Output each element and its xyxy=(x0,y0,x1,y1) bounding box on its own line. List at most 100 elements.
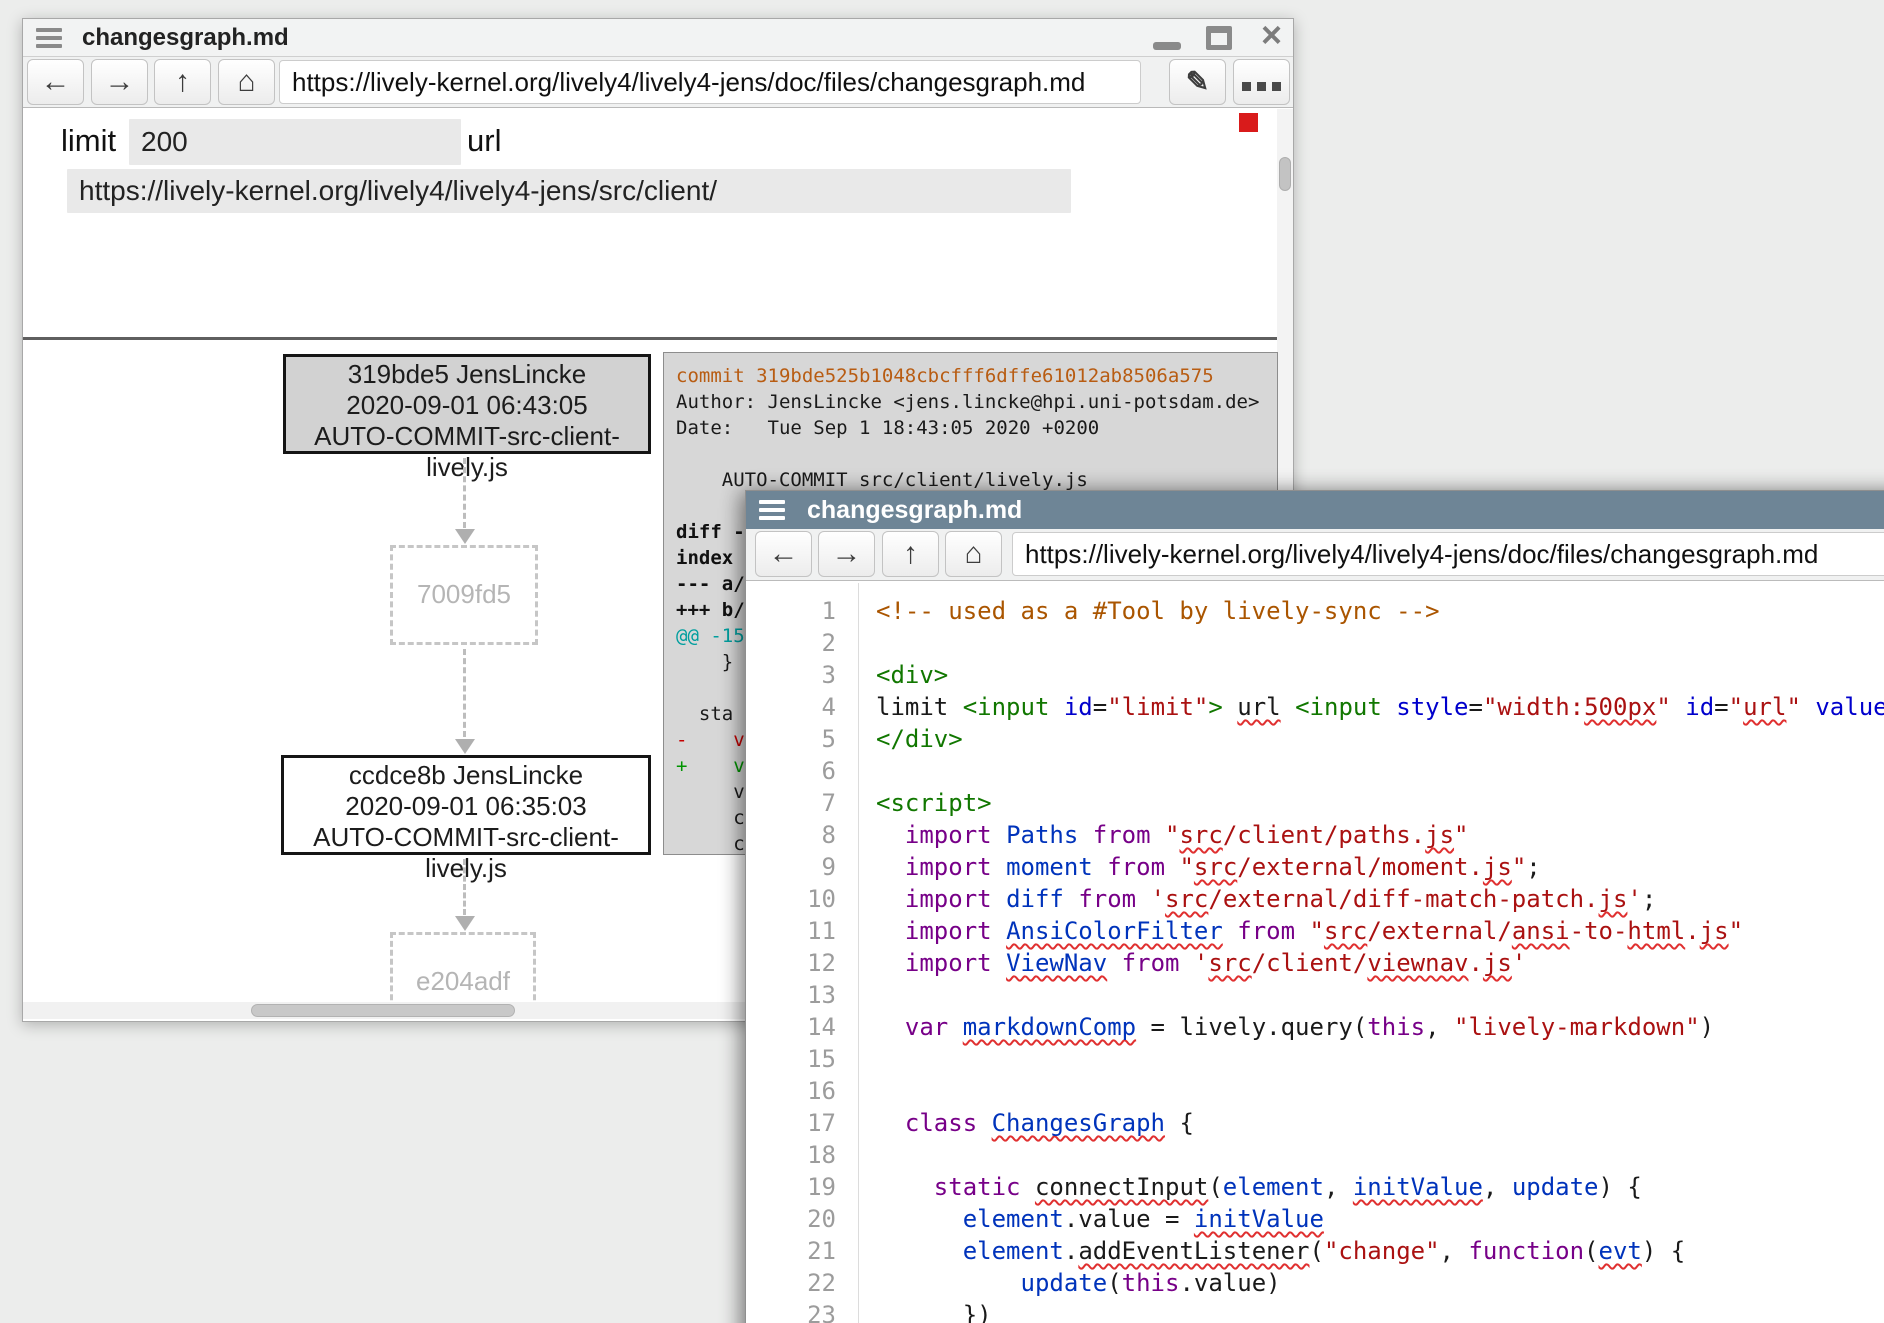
code-line[interactable]: 19 static connectInput(element, initValu… xyxy=(746,1171,1884,1203)
line-number: 21 xyxy=(746,1235,836,1267)
back-arrow-icon: ← xyxy=(41,65,71,98)
arrow-down-icon xyxy=(455,739,475,754)
line-number: 9 xyxy=(746,851,836,883)
hamburger-menu-icon[interactable] xyxy=(759,500,785,520)
window1-toolbar: ← → ↑ ⌂ ✎ xyxy=(23,57,1293,108)
line-number: 16 xyxy=(746,1075,836,1107)
code-line[interactable]: 9 import moment from "src/external/momen… xyxy=(746,851,1884,883)
code-line[interactable]: 17 class ChangesGraph { xyxy=(746,1107,1884,1139)
commit-node-ccdce8b[interactable]: ccdce8b JensLincke 2020-09-01 06:35:03 A… xyxy=(281,755,651,855)
window2-titlebar[interactable]: changesgraph.md xyxy=(746,491,1884,529)
window2-title: changesgraph.md xyxy=(807,496,1022,525)
line-number: 17 xyxy=(746,1107,836,1139)
graph-edge xyxy=(463,859,466,915)
code-line[interactable]: 10 import diff from 'src/external/diff-m… xyxy=(746,883,1884,915)
code-line[interactable]: 20 element.value = initValue xyxy=(746,1203,1884,1235)
window1-titlebar[interactable]: changesgraph.md × xyxy=(23,19,1293,57)
code-line[interactable]: 13 xyxy=(746,979,1884,1011)
code-line[interactable]: 21 element.addEventListener("change", fu… xyxy=(746,1235,1884,1267)
code-line[interactable]: 18 xyxy=(746,1139,1884,1171)
window1-title: changesgraph.md xyxy=(82,24,289,52)
home-button[interactable]: ⌂ xyxy=(945,531,1002,577)
graph-divider xyxy=(23,337,1277,340)
code-line[interactable]: 23 }) xyxy=(746,1299,1884,1323)
status-square xyxy=(1239,113,1258,132)
forward-arrow-icon: → xyxy=(832,537,862,570)
back-arrow-icon: ← xyxy=(769,537,799,570)
line-number: 4 xyxy=(746,691,836,723)
code-line[interactable]: 11 import AnsiColorFilter from "src/exte… xyxy=(746,915,1884,947)
line-number: 5 xyxy=(746,723,836,755)
home-icon: ⌂ xyxy=(237,65,255,98)
line-number: 20 xyxy=(746,1203,836,1235)
line-number: 23 xyxy=(746,1299,836,1323)
code-line[interactable]: 2 xyxy=(746,627,1884,659)
up-arrow-icon: ↑ xyxy=(175,65,190,98)
up-button[interactable]: ↑ xyxy=(154,59,211,105)
forward-button[interactable]: → xyxy=(91,59,148,105)
back-button[interactable]: ← xyxy=(27,59,84,105)
line-number: 7 xyxy=(746,787,836,819)
commit-pane-line xyxy=(676,441,1277,467)
limit-input[interactable] xyxy=(129,119,461,165)
home-icon: ⌂ xyxy=(964,537,982,570)
forward-button[interactable]: → xyxy=(818,531,875,577)
code-line[interactable]: 6 xyxy=(746,755,1884,787)
back-button[interactable]: ← xyxy=(755,531,812,577)
line-number: 6 xyxy=(746,755,836,787)
graph-edge xyxy=(463,649,466,737)
code-line[interactable]: 16 xyxy=(746,1075,1884,1107)
horizontal-scrollbar-thumb[interactable] xyxy=(251,1004,515,1017)
line-number: 1 xyxy=(746,595,836,627)
line-number: 12 xyxy=(746,947,836,979)
ellipsis-icon xyxy=(1239,65,1284,98)
hamburger-menu-icon[interactable] xyxy=(36,28,62,48)
code-lines: 1<!-- used as a #Tool by lively-sync -->… xyxy=(746,595,1884,1323)
home-button[interactable]: ⌂ xyxy=(218,59,275,105)
limit-label: limit xyxy=(61,123,116,159)
address-bar[interactable] xyxy=(1012,532,1884,576)
line-number: 2 xyxy=(746,627,836,659)
line-number: 18 xyxy=(746,1139,836,1171)
pencil-icon: ✎ xyxy=(1186,66,1209,97)
commit-node-7009fd5[interactable]: 7009fd5 xyxy=(390,545,538,645)
line-number: 19 xyxy=(746,1171,836,1203)
vertical-scrollbar-thumb[interactable] xyxy=(1279,157,1291,191)
more-options-button[interactable] xyxy=(1233,59,1290,105)
edit-button[interactable]: ✎ xyxy=(1169,59,1226,105)
url-input[interactable] xyxy=(67,169,1071,213)
forward-arrow-icon: → xyxy=(105,65,135,98)
maximize-icon[interactable] xyxy=(1206,26,1232,50)
code-line[interactable]: 14 var markdownComp = lively.query(this,… xyxy=(746,1011,1884,1043)
code-editor[interactable]: 1<!-- used as a #Tool by lively-sync -->… xyxy=(746,583,1884,1323)
close-icon[interactable]: × xyxy=(1261,15,1282,55)
code-line[interactable]: 7<script> xyxy=(746,787,1884,819)
up-button[interactable]: ↑ xyxy=(882,531,939,577)
code-line[interactable]: 4limit <input id="limit"> url <input sty… xyxy=(746,691,1884,723)
commit-node-319bde5[interactable]: 319bde5 JensLincke 2020-09-01 06:43:05 A… xyxy=(283,354,651,454)
line-number: 13 xyxy=(746,979,836,1011)
line-number: 15 xyxy=(746,1043,836,1075)
line-number: 11 xyxy=(746,915,836,947)
code-line[interactable]: 22 update(this.value) xyxy=(746,1267,1884,1299)
window2-toolbar: ← → ↑ ⌂ xyxy=(746,529,1884,581)
graph-edge xyxy=(463,458,466,528)
line-number: 8 xyxy=(746,819,836,851)
code-line[interactable]: 3<div> xyxy=(746,659,1884,691)
code-line[interactable]: 8 import Paths from "src/client/paths.js… xyxy=(746,819,1884,851)
commit-pane-line: Author: JensLincke <jens.lincke@hpi.uni-… xyxy=(676,389,1277,415)
code-line[interactable]: 15 xyxy=(746,1043,1884,1075)
line-number: 22 xyxy=(746,1267,836,1299)
arrow-down-icon xyxy=(455,916,475,931)
url-label: url xyxy=(467,123,501,159)
address-bar[interactable] xyxy=(279,60,1141,104)
commit-pane-line: Date: Tue Sep 1 18:43:05 2020 +0200 xyxy=(676,415,1277,441)
window-changesgraph-front: changesgraph.md ← → ↑ ⌂ 1<!-- used as a … xyxy=(745,490,1884,1323)
line-number: 10 xyxy=(746,883,836,915)
minimize-icon[interactable] xyxy=(1153,42,1181,50)
up-arrow-icon: ↑ xyxy=(903,537,918,570)
code-line[interactable]: 5</div> xyxy=(746,723,1884,755)
code-line[interactable]: 1<!-- used as a #Tool by lively-sync --> xyxy=(746,595,1884,627)
arrow-down-icon xyxy=(455,529,475,544)
code-line[interactable]: 12 import ViewNav from 'src/client/viewn… xyxy=(746,947,1884,979)
